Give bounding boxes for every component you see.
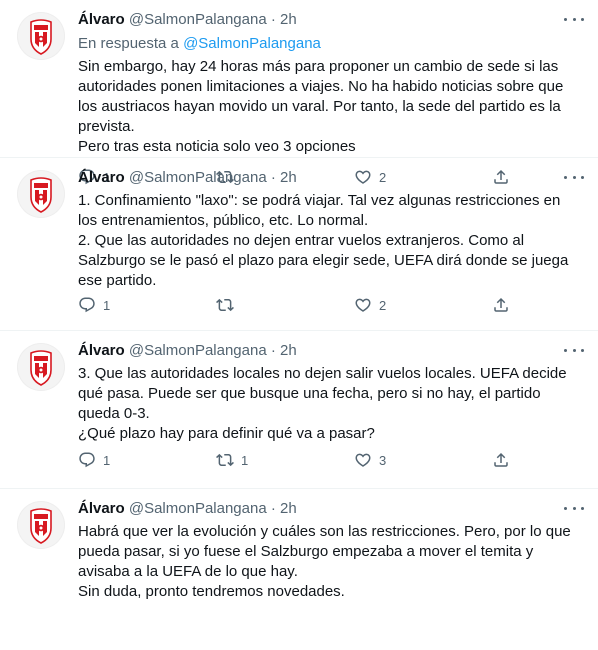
share-icon: [494, 297, 508, 312]
reply-context: En respuesta a @SalmonPalangana: [78, 34, 582, 54]
tweet-header: Álvaro @SalmonPalangana · 2h: [78, 341, 582, 361]
tweet-header: Álvaro @SalmonPalangana · 2h: [78, 499, 582, 519]
tweet[interactable]: Álvaro @SalmonPalangana · 2h 1. Confinam…: [0, 158, 598, 331]
avatar[interactable]: [17, 170, 65, 218]
avatar[interactable]: [17, 343, 65, 391]
tweet-text-line: Sin embargo, hay 24 horas más para propo…: [78, 58, 564, 135]
tweet-actions: 1 2: [78, 296, 512, 314]
author-handle[interactable]: @SalmonPalangana: [129, 500, 267, 517]
sevilla-crest-icon: [30, 177, 52, 213]
timestamp[interactable]: 2h: [280, 169, 297, 186]
author-name[interactable]: Álvaro: [78, 342, 125, 359]
sevilla-crest-icon: [30, 19, 52, 55]
like-count: 3: [379, 452, 387, 468]
timestamp[interactable]: 2h: [280, 11, 297, 28]
tweet-header: Álvaro @SalmonPalangana · 2h: [78, 10, 582, 30]
retweet-icon: [216, 298, 234, 312]
more-icon[interactable]: [564, 501, 584, 515]
author-handle[interactable]: @SalmonPalangana: [129, 169, 267, 186]
author-handle[interactable]: @SalmonPalangana: [129, 342, 267, 359]
like-icon: [355, 298, 371, 312]
tweet-header: Álvaro @SalmonPalangana · 2h: [78, 168, 582, 188]
separator-dot: ·: [270, 11, 276, 28]
avatar[interactable]: [17, 12, 65, 60]
tweet-text: Habrá que ver la evolución y cuáles son …: [78, 522, 582, 602]
tweet-text: 1. Confinamiento "laxo": se podrá viajar…: [78, 191, 582, 291]
tweet-text-line: 3. Que las autoridades locales no dejen …: [78, 365, 567, 422]
tweet-text: 3. Que las autoridades locales no dejen …: [78, 364, 582, 444]
tweet-text-line: Pero tras esta noticia solo veo 3 opcion…: [78, 138, 356, 155]
tweet[interactable]: Álvaro @SalmonPalangana · 2h En respuest…: [0, 0, 598, 185]
tweet-text-line: Habrá que ver la evolución y cuáles son …: [78, 523, 571, 580]
tweet-text-line: ¿Qué plazo hay para definir qué va a pas…: [78, 425, 375, 442]
tweet-actions: 1 1 3: [78, 451, 512, 469]
reply-icon: [79, 452, 95, 468]
reply-button[interactable]: 1: [78, 296, 158, 314]
like-icon: [355, 453, 371, 467]
share-button[interactable]: [492, 451, 512, 469]
retweet-count: 1: [241, 452, 249, 468]
timestamp[interactable]: 2h: [280, 342, 297, 359]
avatar[interactable]: [17, 501, 65, 549]
tweet-text-line: 1. Confinamiento "laxo": se podrá viajar…: [78, 192, 561, 229]
more-icon[interactable]: [564, 343, 584, 357]
retweet-button[interactable]: 1: [216, 451, 296, 469]
tweet[interactable]: Álvaro @SalmonPalangana · 2h 3. Que las …: [0, 331, 598, 489]
like-button[interactable]: 3: [354, 451, 434, 469]
reply-prefix: En respuesta a: [78, 35, 184, 52]
tweet-text-line: Sin duda, pronto tendremos novedades.: [78, 583, 345, 600]
tweet-text: Sin embargo, hay 24 horas más para propo…: [78, 57, 582, 157]
tweet-text-line: 2. Que las autoridades no dejen entrar v…: [78, 232, 569, 289]
more-icon[interactable]: [564, 12, 584, 26]
reply-button[interactable]: 1: [78, 451, 158, 469]
author-name[interactable]: Álvaro: [78, 500, 125, 517]
separator-dot: ·: [270, 342, 276, 359]
more-icon[interactable]: [564, 170, 584, 184]
reply-count: 1: [103, 452, 111, 468]
separator-dot: ·: [270, 169, 276, 186]
retweet-icon: [216, 453, 234, 467]
separator-dot: ·: [270, 500, 276, 517]
reply-handle-link[interactable]: @SalmonPalangana: [183, 35, 321, 52]
reply-count: 1: [103, 297, 111, 313]
sevilla-crest-icon: [30, 508, 52, 544]
like-count: 2: [379, 297, 387, 313]
reply-icon: [79, 297, 95, 313]
sevilla-crest-icon: [30, 350, 52, 386]
author-name[interactable]: Álvaro: [78, 11, 125, 28]
timestamp[interactable]: 2h: [280, 500, 297, 517]
tweet[interactable]: Álvaro @SalmonPalangana · 2h Habrá que v…: [0, 489, 598, 605]
retweet-button[interactable]: [216, 296, 296, 314]
share-button[interactable]: [492, 296, 512, 314]
author-handle[interactable]: @SalmonPalangana: [129, 11, 267, 28]
share-icon: [494, 452, 508, 467]
like-button[interactable]: 2: [354, 296, 434, 314]
author-name[interactable]: Álvaro: [78, 169, 125, 186]
